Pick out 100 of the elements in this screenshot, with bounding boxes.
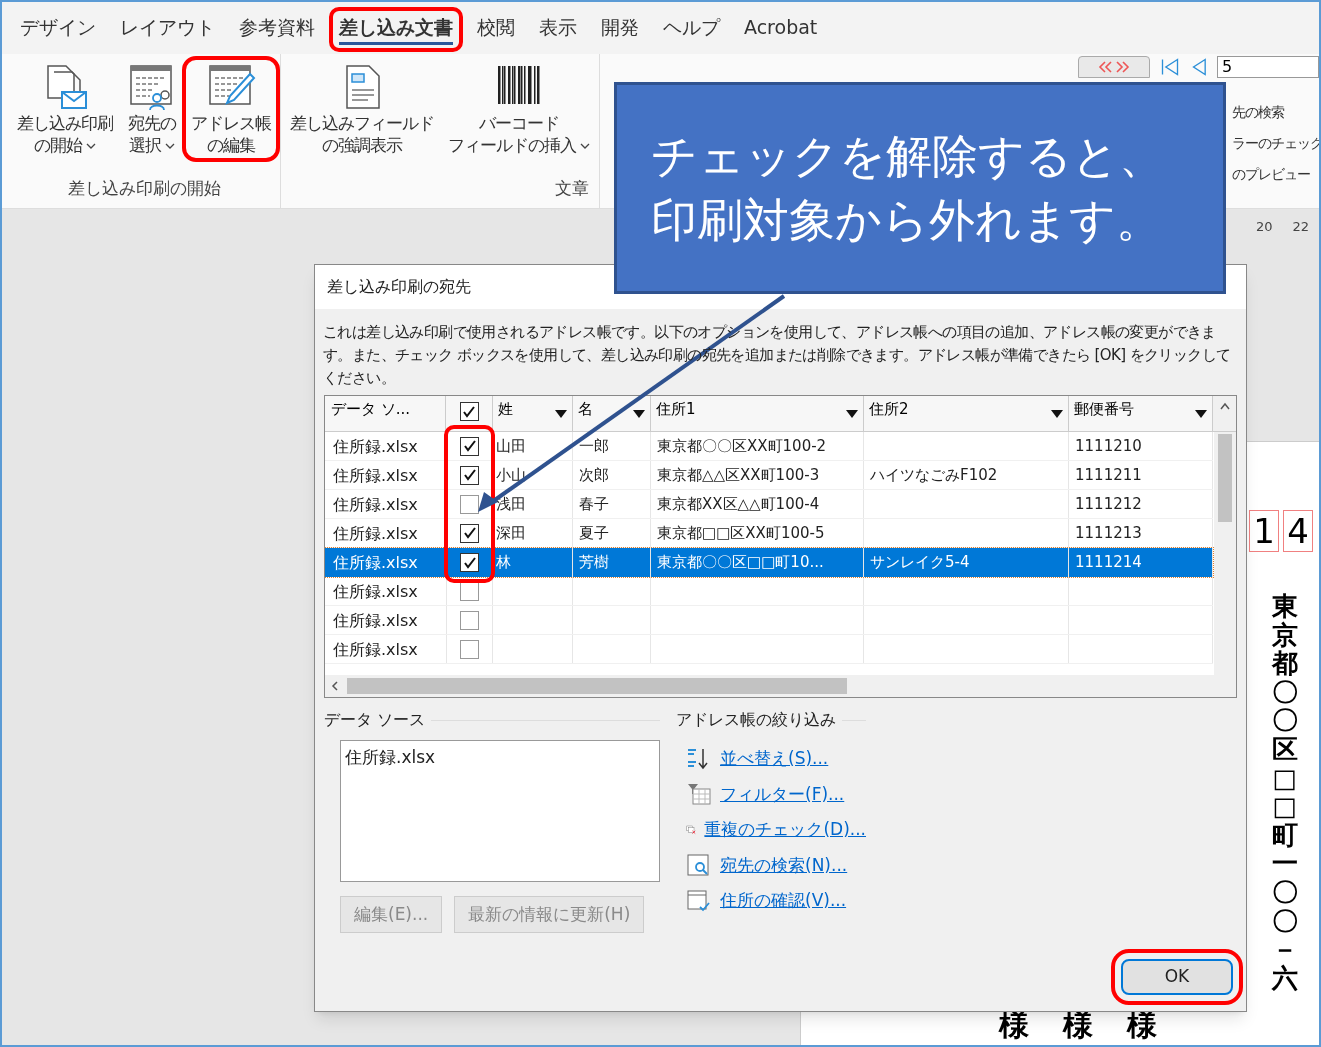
scroll-up-icon[interactable]	[1219, 402, 1230, 410]
checkbox[interactable]	[459, 402, 479, 421]
checkbox[interactable]	[460, 610, 479, 630]
table-cell: 東京都□□区XX町100-5	[657, 524, 825, 542]
section-label: アドレス帳の絞り込み	[676, 709, 836, 731]
column-header[interactable]: 姓	[493, 396, 573, 431]
table-cell: 東京都△△区XX町100-3	[657, 466, 820, 484]
table-cell: 1111210	[1075, 437, 1142, 455]
table-cell: 1111214	[1075, 553, 1142, 571]
table-cell-text: 住所録.xlsx	[332, 639, 419, 661]
horizontal-scrollbar[interactable]	[325, 675, 1236, 697]
dialog-title: 差し込み印刷の宛先	[327, 276, 471, 298]
table-cell: 次郎	[579, 466, 609, 484]
ribbon-tab[interactable]: 開発	[591, 6, 649, 52]
ribbon-tab[interactable]: 表示	[529, 6, 587, 52]
table-cell: 東京都〇〇区XX町100-2	[657, 437, 827, 455]
table-cell-text: 住所録.xlsx	[332, 610, 419, 632]
honorific-text: 様	[1127, 1008, 1157, 1042]
caret-icon	[580, 143, 590, 149]
ruler-number: 20	[1255, 218, 1273, 236]
ribbon-tab[interactable]: 参考資料	[229, 6, 325, 52]
previous-record-icon[interactable]	[1190, 57, 1207, 77]
table-row[interactable]: 住所録.xlsx	[325, 577, 1213, 606]
ribbon-command[interactable]: 先の検索	[1232, 102, 1319, 123]
column-header[interactable]: 郵便番号	[1069, 396, 1213, 431]
table-cell: 夏子	[579, 524, 609, 542]
table-cell: 東京都XX区△△町100-4	[657, 495, 820, 513]
postal-digit: 4	[1283, 510, 1313, 552]
column-header[interactable]: 住所2	[864, 396, 1069, 431]
refine-link[interactable]: 重複のチェック(D)...	[704, 817, 866, 843]
table-cell-text: 住所録.xlsx	[332, 465, 419, 487]
checkbox[interactable]	[460, 436, 479, 456]
dropdown-arrow-icon	[846, 410, 858, 418]
ruler-number: 22	[1292, 218, 1309, 236]
postal-digit: 1	[1249, 510, 1279, 552]
callout-text: 印刷対象から外れます。	[651, 192, 1163, 249]
ribbon-button[interactable]: アドレス帳 の編集	[188, 62, 274, 156]
table-row[interactable]: 住所録.xlsx	[325, 606, 1213, 635]
table-cell: 春子	[579, 495, 609, 513]
refine-link[interactable]: 並べ替え(S)...	[720, 746, 829, 772]
vertical-scrollbar[interactable]	[1214, 432, 1236, 676]
preview-results-button[interactable]	[1078, 56, 1150, 78]
column-header[interactable]: 名	[573, 396, 651, 431]
validate-icon	[686, 888, 712, 913]
checkbox[interactable]	[460, 639, 479, 659]
ribbon-button[interactable]: 宛先の 選択	[124, 62, 180, 156]
table-cell: 林	[496, 553, 511, 571]
column-header[interactable]: データ ソ...	[325, 396, 446, 431]
table-cell: 深田	[496, 524, 526, 542]
refine-link[interactable]: 住所の確認(V)...	[720, 888, 847, 914]
ribbon-tab[interactable]: ヘルプ	[653, 6, 730, 52]
dropdown-arrow-icon	[1195, 410, 1207, 418]
honorific-text: 様	[999, 1008, 1029, 1042]
table-cell: 芳樹	[579, 553, 609, 571]
table-cell: サンレイク5-4	[870, 553, 970, 571]
table-row[interactable]: 住所録.xlsx 山田 一郎 東京都〇〇区XX町100-2 1111210	[325, 432, 1213, 461]
group-label: 文章	[555, 177, 590, 200]
checkbox[interactable]	[460, 494, 479, 514]
ribbon-tab[interactable]: 校閲	[467, 6, 525, 52]
ribbon-button[interactable]: 差し込み印刷 の開始	[14, 62, 116, 156]
ribbon-tab[interactable]: Acrobat	[734, 6, 828, 52]
ribbon-button[interactable]: バーコード フィールドの挿入	[445, 62, 593, 156]
ribbon-command[interactable]: のプレビュー	[1232, 164, 1319, 185]
scroll-left-icon[interactable]	[331, 681, 339, 691]
ribbon-tab[interactable]: レイアウト	[110, 6, 225, 52]
table-cell: 1111213	[1075, 524, 1142, 542]
table-row[interactable]: 住所録.xlsx 林 芳樹 東京都〇〇区□□町10... サンレイク5-4 1111214	[325, 548, 1213, 577]
table-cell: 東京都〇〇区□□町10...	[657, 553, 824, 571]
table-cell-text: 住所録.xlsx	[332, 581, 419, 603]
address-text: 東京都〇〇区□□町一〇〇－六	[1270, 592, 1299, 993]
ribbon-button[interactable]: 差し込みフィールド の強調表示	[287, 62, 437, 156]
table-cell-text: 住所録.xlsx	[332, 436, 419, 458]
checkbox[interactable]	[460, 465, 479, 485]
refine-link[interactable]: フィルター(F)...	[720, 781, 845, 807]
data-source-list[interactable]: 住所録.xlsx	[340, 740, 660, 882]
honorific-text: 様	[1063, 1008, 1093, 1042]
dropdown-arrow-icon	[633, 410, 645, 418]
checkbox[interactable]	[460, 553, 479, 572]
record-field[interactable]: 5	[1217, 56, 1319, 78]
dropdown-arrow-icon	[555, 410, 567, 418]
table-cell-text: 住所録.xlsx	[332, 523, 419, 545]
ribbon-tab[interactable]: デザイン	[10, 6, 106, 52]
column-header[interactable]: 住所1	[651, 396, 864, 431]
table-cell: 山田	[496, 437, 526, 455]
first-record-icon[interactable]	[1160, 57, 1180, 77]
caret-icon	[86, 143, 96, 149]
filter-icon	[686, 782, 712, 807]
refine-link[interactable]: 宛先の検索(N)...	[720, 852, 848, 878]
table-cell-text: 住所録.xlsx	[332, 552, 419, 574]
chevrons-icon	[1097, 61, 1131, 73]
table-row[interactable]: 住所録.xlsx	[325, 635, 1213, 664]
dropdown-arrow-icon	[1051, 410, 1063, 418]
table-cell: ハイツなごみF102	[870, 466, 998, 484]
checkbox[interactable]	[460, 523, 479, 543]
group-label: 差し込み印刷の開始	[67, 177, 221, 200]
caret-icon	[165, 143, 175, 149]
table-cell-text: 住所録.xlsx	[332, 494, 419, 516]
table-cell: 1111211	[1075, 466, 1142, 484]
list-item[interactable]: 住所録.xlsx	[345, 745, 655, 771]
section-label: データ ソース	[324, 709, 426, 731]
